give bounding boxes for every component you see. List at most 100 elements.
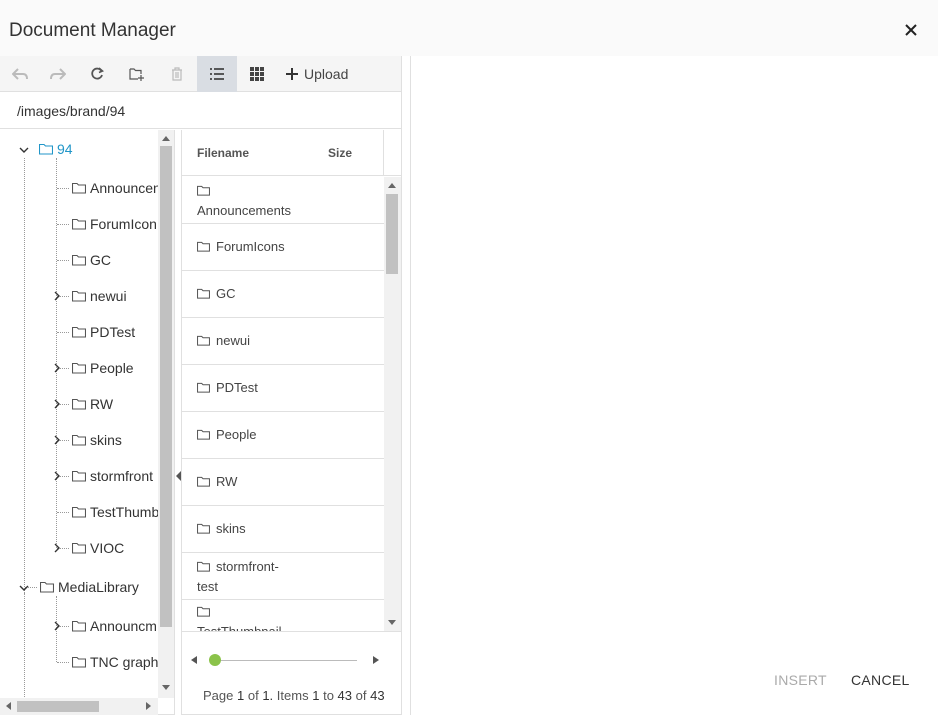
tree-expand-toggle[interactable] xyxy=(52,399,62,409)
file-list-body: Announcements ForumIcons GC newui PDTest… xyxy=(182,177,401,632)
folder-icon xyxy=(197,185,210,196)
pane-splitter[interactable] xyxy=(174,130,182,715)
folder-tree: 94 Announcen ForumIcon GC newui PDTest P… xyxy=(0,130,174,715)
cancel-button[interactable]: CANCEL xyxy=(851,672,910,688)
tree-node[interactable]: TNC graph xyxy=(72,651,158,673)
collapse-left-arrow-icon xyxy=(176,471,181,481)
file-list-header: Filename Size xyxy=(182,130,401,176)
tree-label: newui xyxy=(90,288,127,304)
tree-label: Announcen xyxy=(90,180,161,196)
close-button[interactable] xyxy=(899,18,923,42)
pager-items-from: 1 xyxy=(312,688,320,703)
folder-icon xyxy=(72,656,86,668)
tree-node[interactable]: skins xyxy=(72,429,122,451)
page-slider-track[interactable] xyxy=(214,660,357,661)
folder-icon xyxy=(197,288,210,299)
tree-expand-toggle[interactable] xyxy=(52,435,62,445)
tree-horizontal-scrollbar[interactable] xyxy=(0,698,158,715)
table-row[interactable]: newui xyxy=(182,318,384,365)
list-view-button[interactable] xyxy=(197,56,237,92)
folder-icon xyxy=(40,581,54,593)
forward-button[interactable] xyxy=(38,56,78,92)
previous-page-button[interactable] xyxy=(187,653,201,667)
delete-button[interactable] xyxy=(157,56,197,92)
page-slider-handle[interactable] xyxy=(209,654,221,666)
tree-expand-toggle[interactable] xyxy=(52,291,62,301)
file-list-scroll-thumb[interactable] xyxy=(386,194,398,274)
toolbar: Upload xyxy=(0,56,401,92)
folder-icon xyxy=(72,182,86,194)
tree-label: TestThumb xyxy=(90,504,160,520)
pager-items-word: Items xyxy=(276,688,309,703)
tree-node-94[interactable]: 94 xyxy=(39,138,73,160)
redo-arrow-icon xyxy=(50,68,66,80)
tree-label: Announcm xyxy=(90,618,157,634)
next-page-button[interactable] xyxy=(369,653,383,667)
triangle-right-icon xyxy=(373,656,379,664)
tree-label: VIOC xyxy=(90,540,125,556)
scroll-left-arrow-icon xyxy=(6,702,11,710)
row-filename-continued: test xyxy=(197,579,218,594)
tree-label: RW xyxy=(90,396,114,412)
folder-icon xyxy=(197,382,210,393)
table-row[interactable]: ForumIcons xyxy=(182,224,384,271)
back-button[interactable] xyxy=(0,56,40,92)
file-list: Filename Size Announcements ForumIcons G… xyxy=(182,130,401,715)
chevron-right-icon xyxy=(54,363,60,373)
filename-column-header[interactable]: Filename xyxy=(197,146,249,160)
pager-to-word: to xyxy=(323,688,334,703)
table-row[interactable]: People xyxy=(182,412,384,459)
tree-node[interactable]: People xyxy=(72,357,134,379)
folder-icon xyxy=(197,606,210,617)
upload-button[interactable]: Upload xyxy=(280,56,354,92)
table-row[interactable]: stormfront- test xyxy=(182,553,384,600)
tree-node[interactable]: VIOC xyxy=(72,537,124,559)
folder-icon xyxy=(197,241,210,252)
tree-collapse-toggle[interactable] xyxy=(19,145,29,155)
table-row[interactable]: TestThumbnail xyxy=(182,600,384,631)
tree-node[interactable]: TestThumb xyxy=(72,501,159,523)
pager-of-word: of xyxy=(355,688,367,703)
tree-scroll-thumb[interactable] xyxy=(160,146,172,627)
refresh-button[interactable] xyxy=(77,56,117,92)
chevron-down-icon xyxy=(19,585,29,591)
tree-label: stormfront xyxy=(90,468,154,484)
tree-node[interactable]: newui xyxy=(72,285,127,307)
tree-node[interactable]: GC xyxy=(72,249,111,271)
tree-node-media-library[interactable]: MediaLibrary xyxy=(40,576,139,598)
chevron-right-icon xyxy=(54,399,60,409)
file-list-vertical-scrollbar[interactable] xyxy=(384,177,401,631)
column-divider xyxy=(383,130,384,176)
row-filename: ForumIcons xyxy=(216,239,285,254)
insert-button[interactable]: INSERT xyxy=(774,672,827,688)
new-folder-icon xyxy=(129,68,144,81)
chevron-right-icon xyxy=(54,435,60,445)
tree-expand-toggle[interactable] xyxy=(52,363,62,373)
tree-expand-toggle[interactable] xyxy=(52,621,62,631)
chevron-right-icon xyxy=(54,471,60,481)
table-row[interactable]: skins xyxy=(182,506,384,553)
pager-of-word: of xyxy=(247,688,259,703)
table-row[interactable]: PDTest xyxy=(182,365,384,412)
tree-label: PDTest xyxy=(90,324,136,340)
table-row[interactable]: RW xyxy=(182,459,384,506)
tree-node[interactable]: stormfront xyxy=(72,465,153,487)
row-filename: PDTest xyxy=(216,380,258,395)
thumbnail-view-button[interactable] xyxy=(237,56,277,92)
upload-label: Upload xyxy=(304,66,349,82)
tree-hscroll-thumb[interactable] xyxy=(17,701,99,712)
tree-expand-toggle[interactable] xyxy=(52,543,62,553)
tree-vertical-scrollbar[interactable] xyxy=(158,130,174,698)
new-folder-button[interactable] xyxy=(117,56,157,92)
tree-collapse-toggle[interactable] xyxy=(19,583,29,593)
tree-node[interactable]: ForumIcon xyxy=(72,213,157,235)
table-row[interactable]: Announcements xyxy=(182,177,384,224)
table-row[interactable]: GC xyxy=(182,271,384,318)
tree-node[interactable]: Announcen xyxy=(72,177,161,199)
row-filename: skins xyxy=(216,521,246,536)
size-column-header[interactable]: Size xyxy=(328,146,352,160)
tree-node[interactable]: PDTest xyxy=(72,321,135,343)
tree-node[interactable]: RW xyxy=(72,393,113,415)
tree-node[interactable]: Announcm xyxy=(72,615,157,637)
tree-expand-toggle[interactable] xyxy=(52,471,62,481)
